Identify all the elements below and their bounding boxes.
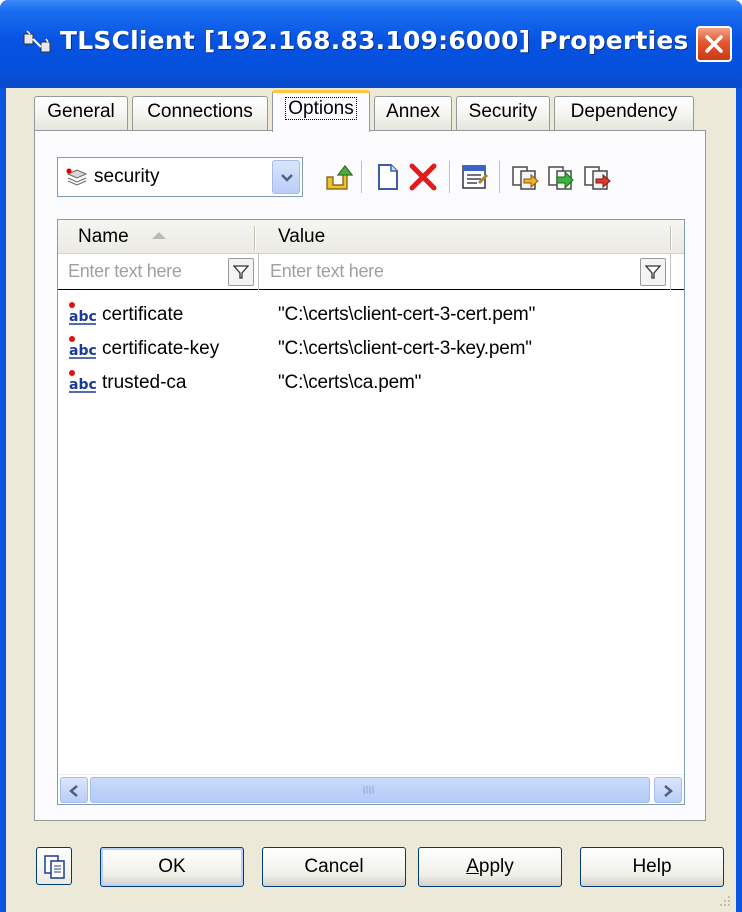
list-item[interactable]: abc certificate-key "C:\certs\client-cer… bbox=[58, 332, 684, 366]
option-name: certificate-key bbox=[102, 338, 220, 359]
column-divider[interactable] bbox=[254, 226, 256, 250]
ok-button-label: OK bbox=[158, 856, 186, 877]
scroll-left-button[interactable] bbox=[60, 777, 88, 803]
cancel-button-label: Cancel bbox=[304, 856, 364, 877]
tab-dependency[interactable]: Dependency bbox=[554, 96, 694, 130]
options-panel: security Name Value Enter text here Ente… bbox=[34, 130, 706, 821]
string-option-icon: abc bbox=[69, 336, 97, 359]
options-list[interactable]: Name Value Enter text here Enter text he… bbox=[57, 219, 685, 805]
tab-general[interactable]: General bbox=[34, 96, 128, 130]
tab-label: Connections bbox=[147, 101, 253, 122]
delete-icon[interactable] bbox=[407, 161, 439, 193]
value-filter-button[interactable] bbox=[640, 258, 666, 286]
filter-icon bbox=[645, 265, 661, 279]
help-button-label: Help bbox=[632, 856, 672, 877]
resize-grip-icon[interactable] bbox=[718, 894, 732, 908]
toolbar-separator bbox=[361, 161, 362, 193]
dialog-client-area: General Connections Options Annex Securi… bbox=[6, 88, 736, 912]
column-header-label: Value bbox=[278, 226, 326, 247]
name-filter-input[interactable]: Enter text here bbox=[58, 254, 226, 288]
scroll-right-button[interactable] bbox=[654, 777, 682, 803]
svg-text:abc: abc bbox=[69, 309, 97, 325]
ok-button[interactable]: OK bbox=[100, 847, 244, 887]
option-value: "C:\certs\client-cert-3-key.pem" bbox=[278, 338, 532, 359]
column-header-label: Name bbox=[78, 226, 129, 247]
list-item[interactable]: abc trusted-ca "C:\certs\ca.pem" bbox=[58, 366, 684, 400]
close-button[interactable] bbox=[696, 26, 732, 62]
chevron-down-icon bbox=[281, 174, 293, 182]
section-combobox-value: security bbox=[94, 166, 160, 187]
option-name: certificate bbox=[102, 304, 184, 325]
tab-connections[interactable]: Connections bbox=[132, 96, 268, 130]
filter-separator bbox=[258, 254, 259, 290]
sort-ascending-icon bbox=[152, 232, 166, 239]
help-button[interactable]: Help bbox=[580, 847, 724, 887]
import-icon[interactable] bbox=[545, 161, 577, 193]
properties-icon[interactable] bbox=[459, 161, 491, 193]
tab-label: General bbox=[47, 101, 115, 122]
copy-page-button[interactable] bbox=[36, 847, 72, 885]
chevron-left-icon bbox=[69, 785, 78, 797]
apply-button-accesskey: A bbox=[466, 856, 479, 877]
option-value: "C:\certs\client-cert-3-cert.pem" bbox=[278, 304, 536, 325]
svg-text:abc: abc bbox=[69, 377, 97, 393]
grip-icon bbox=[363, 786, 374, 794]
string-option-icon: abc bbox=[69, 302, 97, 325]
go-up-icon[interactable] bbox=[321, 161, 353, 193]
option-value: "C:\certs\ca.pem" bbox=[278, 372, 422, 393]
toolbar-separator bbox=[449, 161, 450, 193]
scrollbar-thumb[interactable] bbox=[90, 777, 650, 803]
tab-security[interactable]: Security bbox=[456, 96, 550, 130]
connection-icon bbox=[23, 30, 51, 53]
filter-row: Enter text here Enter text here bbox=[58, 254, 684, 290]
layers-icon bbox=[66, 168, 88, 186]
copy-pages-icon bbox=[44, 855, 65, 879]
window-title: TLSClient [192.168.83.109:6000] Properti… bbox=[60, 26, 689, 55]
export-icon[interactable] bbox=[581, 161, 613, 193]
option-name: trusted-ca bbox=[102, 372, 187, 393]
filter-icon bbox=[233, 265, 249, 279]
column-header-value[interactable]: Value bbox=[258, 220, 670, 254]
tab-label: Dependency bbox=[570, 101, 678, 122]
apply-button-label: pply bbox=[478, 856, 514, 877]
column-divider[interactable] bbox=[670, 226, 672, 250]
string-option-icon: abc bbox=[69, 370, 97, 393]
tab-annex[interactable]: Annex bbox=[374, 96, 452, 130]
copy-icon[interactable] bbox=[509, 161, 541, 193]
filter-separator bbox=[670, 254, 671, 290]
tab-options[interactable]: Options bbox=[272, 90, 370, 132]
dialog-window: TLSClient [192.168.83.109:6000] Properti… bbox=[0, 0, 742, 912]
horizontal-scrollbar[interactable] bbox=[58, 774, 684, 804]
new-document-icon[interactable] bbox=[371, 161, 403, 193]
tab-label: Options bbox=[285, 97, 357, 120]
title-bar[interactable]: TLSClient [192.168.83.109:6000] Properti… bbox=[0, 0, 742, 88]
value-filter-input[interactable]: Enter text here bbox=[260, 254, 630, 288]
svg-text:abc: abc bbox=[69, 343, 97, 359]
tab-label: Security bbox=[468, 101, 538, 122]
list-header: Name Value bbox=[58, 220, 684, 254]
list-item[interactable]: abc certificate "C:\certs\client-cert-3-… bbox=[58, 298, 684, 332]
cancel-button[interactable]: Cancel bbox=[262, 847, 406, 887]
section-combobox[interactable]: security bbox=[57, 157, 303, 197]
toolbar-separator bbox=[499, 161, 500, 193]
name-filter-button[interactable] bbox=[228, 258, 254, 286]
chevron-right-icon bbox=[664, 785, 673, 797]
apply-button[interactable]: Apply bbox=[418, 847, 562, 887]
tab-label: Annex bbox=[386, 101, 440, 122]
close-icon bbox=[705, 35, 723, 53]
combobox-dropdown-button[interactable] bbox=[272, 160, 300, 194]
